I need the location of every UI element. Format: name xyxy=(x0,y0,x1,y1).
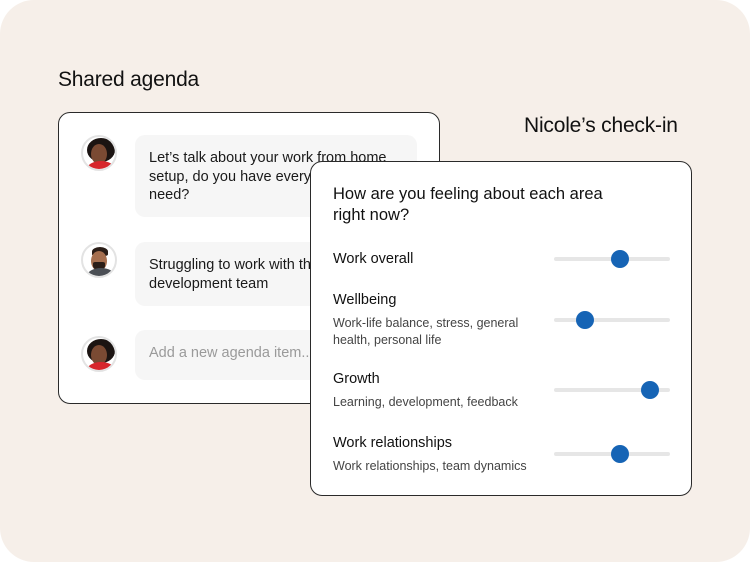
slider-thumb[interactable] xyxy=(611,445,630,463)
checkin-item-work-relationships: Work relationships Work relationships, t… xyxy=(333,434,673,475)
wellbeing-slider[interactable] xyxy=(554,311,670,329)
growth-slider[interactable] xyxy=(554,381,670,399)
checkin-question: How are you feeling about each area righ… xyxy=(333,185,603,224)
shared-agenda-title: Shared agenda xyxy=(58,68,200,91)
canvas: Shared agenda Let’s talk about your work… xyxy=(0,0,750,562)
checkin-item-title: Wellbeing xyxy=(333,292,397,308)
work-overall-slider[interactable] xyxy=(554,250,670,268)
checkin-item-growth: Growth Learning, development, feedback xyxy=(333,370,673,411)
slider-thumb[interactable] xyxy=(641,381,660,399)
work-relationships-slider[interactable] xyxy=(554,445,670,463)
man-beard-avatar xyxy=(81,242,117,278)
checkin-title: Nicole’s check-in xyxy=(524,114,678,137)
checkin-item-description: Work relationships, team dynamics xyxy=(333,459,527,473)
checkin-item-work-overall: Work overall xyxy=(333,250,673,268)
slider-track xyxy=(554,318,670,322)
slider-thumb[interactable] xyxy=(611,250,630,268)
checkin-item-wellbeing: Wellbeing Work-life balance, stress, gen… xyxy=(333,291,673,349)
checkin-item-description: Learning, development, feedback xyxy=(333,395,518,409)
woman-red-shirt-avatar xyxy=(81,336,117,372)
checkin-card: How are you feeling about each area righ… xyxy=(310,161,692,496)
slider-thumb[interactable] xyxy=(576,311,595,329)
checkin-item-description: Work-life balance, stress, general healt… xyxy=(333,316,519,347)
woman-red-shirt-avatar xyxy=(81,135,117,171)
